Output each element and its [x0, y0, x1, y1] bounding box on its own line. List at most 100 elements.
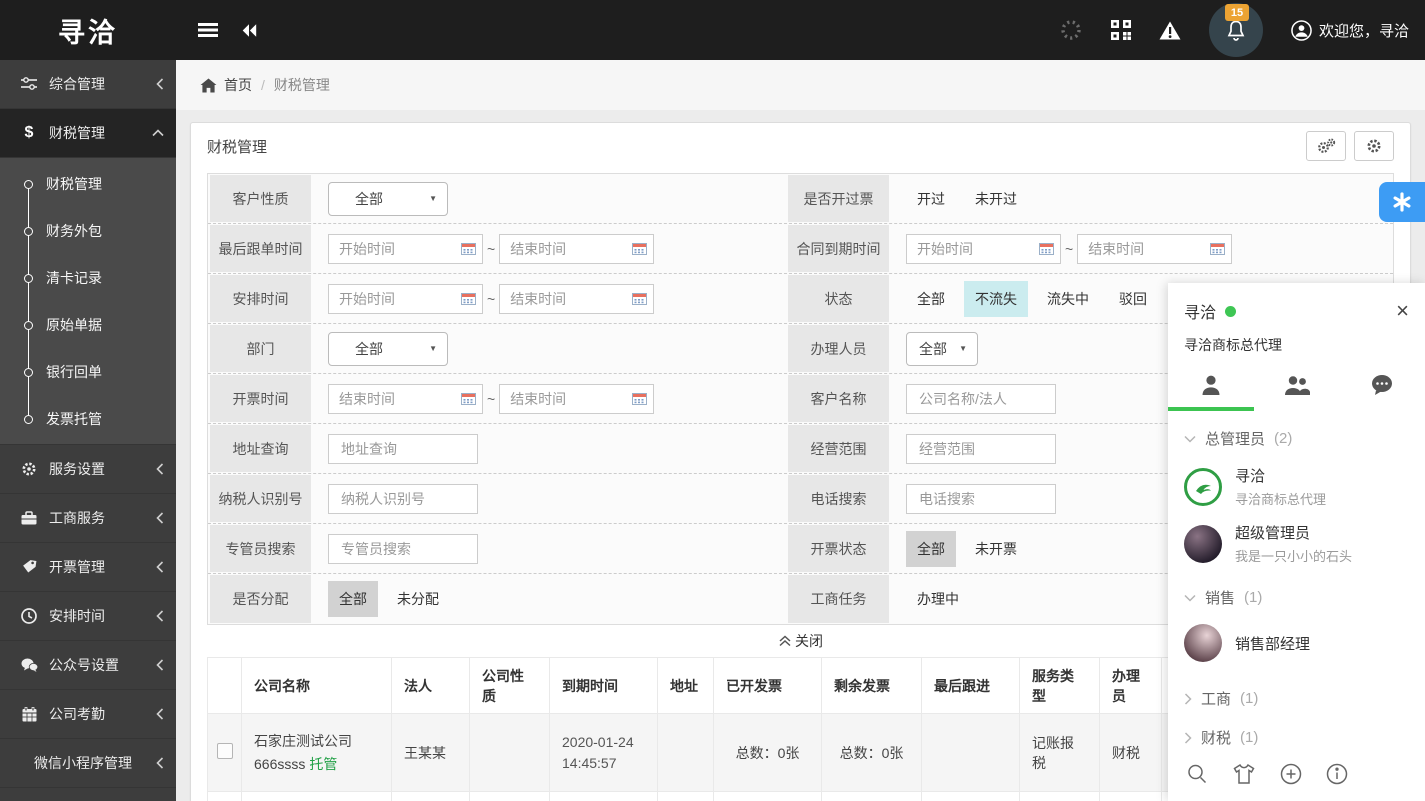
customer-name-input[interactable]: [911, 391, 1051, 407]
option-unassigned[interactable]: 未分配: [386, 581, 450, 617]
sidebar-item-company-attendance[interactable]: 公司考勤: [0, 690, 176, 739]
sidebar-item-general-management[interactable]: 综合管理: [0, 60, 176, 109]
sidebar-item-finance-tax[interactable]: $ 财税管理: [0, 109, 176, 158]
schedule-end-date-input[interactable]: [499, 284, 654, 314]
filter-label-status: 状态: [788, 275, 889, 322]
sidebar-item-invoicing-management[interactable]: 开票管理: [0, 543, 176, 592]
contract-expire-start-date-input[interactable]: [906, 234, 1061, 264]
filter-label-invoice-time: 开票时间: [210, 375, 311, 422]
date-input[interactable]: [331, 291, 461, 307]
expire-date: 2020-01-24: [562, 732, 645, 752]
home-icon: [200, 78, 217, 93]
group-sales[interactable]: 销售 (1): [1168, 578, 1425, 617]
col-legal-person: 法人: [392, 658, 470, 714]
warning-icon[interactable]: [1159, 21, 1181, 40]
business-scope-input-wrap[interactable]: [906, 434, 1056, 464]
group-super-admins[interactable]: 总管理员 (2): [1168, 419, 1425, 458]
user-menu[interactable]: 欢迎您，寻洽: [1291, 20, 1409, 41]
tab-groups[interactable]: [1254, 365, 1340, 411]
sidebar-item-official-account-settings[interactable]: 公众号设置: [0, 641, 176, 690]
tab-messages[interactable]: [1339, 365, 1425, 411]
option-invoiced[interactable]: 开过: [906, 181, 956, 217]
close-icon[interactable]: ×: [1396, 300, 1409, 322]
invoice-start-date-input[interactable]: [328, 384, 483, 414]
chat-member[interactable]: 寻洽 寻洽商标总代理: [1168, 458, 1425, 515]
breadcrumb-home-link[interactable]: 首页: [200, 75, 252, 95]
date-input[interactable]: [1080, 241, 1210, 257]
sidebar-item-service-settings[interactable]: 服务设置: [0, 445, 176, 494]
department-select[interactable]: 全部 ▼: [328, 332, 448, 366]
filter-label-schedule-time: 安排时间: [210, 275, 311, 322]
last-follow-end-date-input[interactable]: [499, 234, 654, 264]
contract-expire-end-date-input[interactable]: [1077, 234, 1232, 264]
address-search-input[interactable]: [333, 441, 473, 457]
address-search-input-wrap[interactable]: [328, 434, 478, 464]
sidebar-item-business-services[interactable]: 工商服务: [0, 494, 176, 543]
option-task-in-progress[interactable]: 办理中: [906, 581, 970, 617]
sidebar-item-wechat-miniprogram[interactable]: 微信小程序管理: [0, 739, 176, 788]
hamburger-icon: [198, 22, 218, 38]
sidebar-toggle-button[interactable]: [198, 22, 218, 38]
option-status-not-churned[interactable]: 不流失: [964, 281, 1028, 317]
submenu-item-original-documents[interactable]: 原始单据: [0, 301, 176, 348]
cell-handler: 财税: [1100, 714, 1162, 792]
option-status-all[interactable]: 全部: [906, 281, 956, 317]
avatar: [1184, 468, 1222, 506]
submenu-item-finance-outsourcing[interactable]: 财务外包: [0, 207, 176, 254]
option-invoice-status-none[interactable]: 未开票: [964, 531, 1028, 567]
submenu-item-bank-receipts[interactable]: 银行回单: [0, 348, 176, 395]
tab-contacts[interactable]: [1168, 365, 1254, 411]
taxpayer-id-input[interactable]: [333, 491, 473, 507]
submenu-item-card-clearing-records[interactable]: 清卡记录: [0, 254, 176, 301]
supervisor-search-input-wrap[interactable]: [328, 534, 478, 564]
option-status-churning[interactable]: 流失中: [1036, 281, 1100, 317]
chevron-up-icon: [152, 129, 164, 137]
taxpayer-id-input-wrap[interactable]: [328, 484, 478, 514]
group-business[interactable]: 工商 (1): [1168, 679, 1425, 718]
loading-spinner-icon[interactable]: [1059, 18, 1083, 42]
supervisor-search-input[interactable]: [333, 541, 473, 557]
add-icon[interactable]: [1280, 763, 1302, 785]
option-invoice-status-all[interactable]: 全部: [906, 531, 956, 567]
notifications-button[interactable]: 15: [1209, 3, 1263, 57]
date-input[interactable]: [502, 291, 632, 307]
chat-member[interactable]: 超级管理员 我是一只小小的石头: [1168, 515, 1425, 572]
business-scope-input[interactable]: [911, 441, 1051, 457]
column-settings-button[interactable]: [1306, 131, 1346, 161]
option-assigned-all[interactable]: 全部: [328, 581, 378, 617]
collapse-all-button[interactable]: [240, 23, 258, 38]
filter-label-invoice-status: 开票状态: [788, 525, 889, 572]
submenu-item-invoice-hosting[interactable]: 发票托管: [0, 395, 176, 442]
schedule-start-date-input[interactable]: [328, 284, 483, 314]
date-input[interactable]: [909, 241, 1039, 257]
info-icon[interactable]: [1326, 763, 1348, 785]
customer-name-input-wrap[interactable]: [906, 384, 1056, 414]
search-icon[interactable]: [1186, 763, 1208, 785]
group-finance-tax[interactable]: 财税 (1): [1168, 718, 1425, 751]
qr-code-icon[interactable]: [1111, 20, 1131, 40]
handler-staff-select[interactable]: 全部 ▼: [906, 332, 978, 366]
filter-label-customer-name: 客户名称: [788, 375, 889, 422]
settings-button[interactable]: [1354, 131, 1394, 161]
row-checkbox[interactable]: [217, 743, 233, 759]
date-input[interactable]: [331, 391, 461, 407]
quick-actions-float-button[interactable]: [1379, 182, 1425, 222]
option-status-rejected[interactable]: 驳回: [1108, 281, 1158, 317]
calendar-icon: [461, 292, 476, 305]
option-not-invoiced[interactable]: 未开过: [964, 181, 1028, 217]
sidebar-item-schedule-time[interactable]: 安排时间: [0, 592, 176, 641]
chat-member[interactable]: 销售部经理: [1168, 617, 1425, 669]
hosting-tag[interactable]: 托管: [309, 756, 337, 772]
phone-search-input[interactable]: [911, 491, 1051, 507]
col-service-type: 服务类型: [1020, 658, 1100, 714]
shirt-icon[interactable]: [1232, 763, 1256, 785]
submenu-item-finance-tax-management[interactable]: 财税管理: [0, 160, 176, 207]
last-follow-start-date-input[interactable]: [328, 234, 483, 264]
date-input[interactable]: [502, 391, 632, 407]
customer-nature-select[interactable]: 全部 ▼: [328, 182, 448, 216]
phone-search-input-wrap[interactable]: [906, 484, 1056, 514]
gear-icon: [20, 461, 38, 477]
date-input[interactable]: [502, 241, 632, 257]
date-input[interactable]: [331, 241, 461, 257]
invoice-end-date-input[interactable]: [499, 384, 654, 414]
